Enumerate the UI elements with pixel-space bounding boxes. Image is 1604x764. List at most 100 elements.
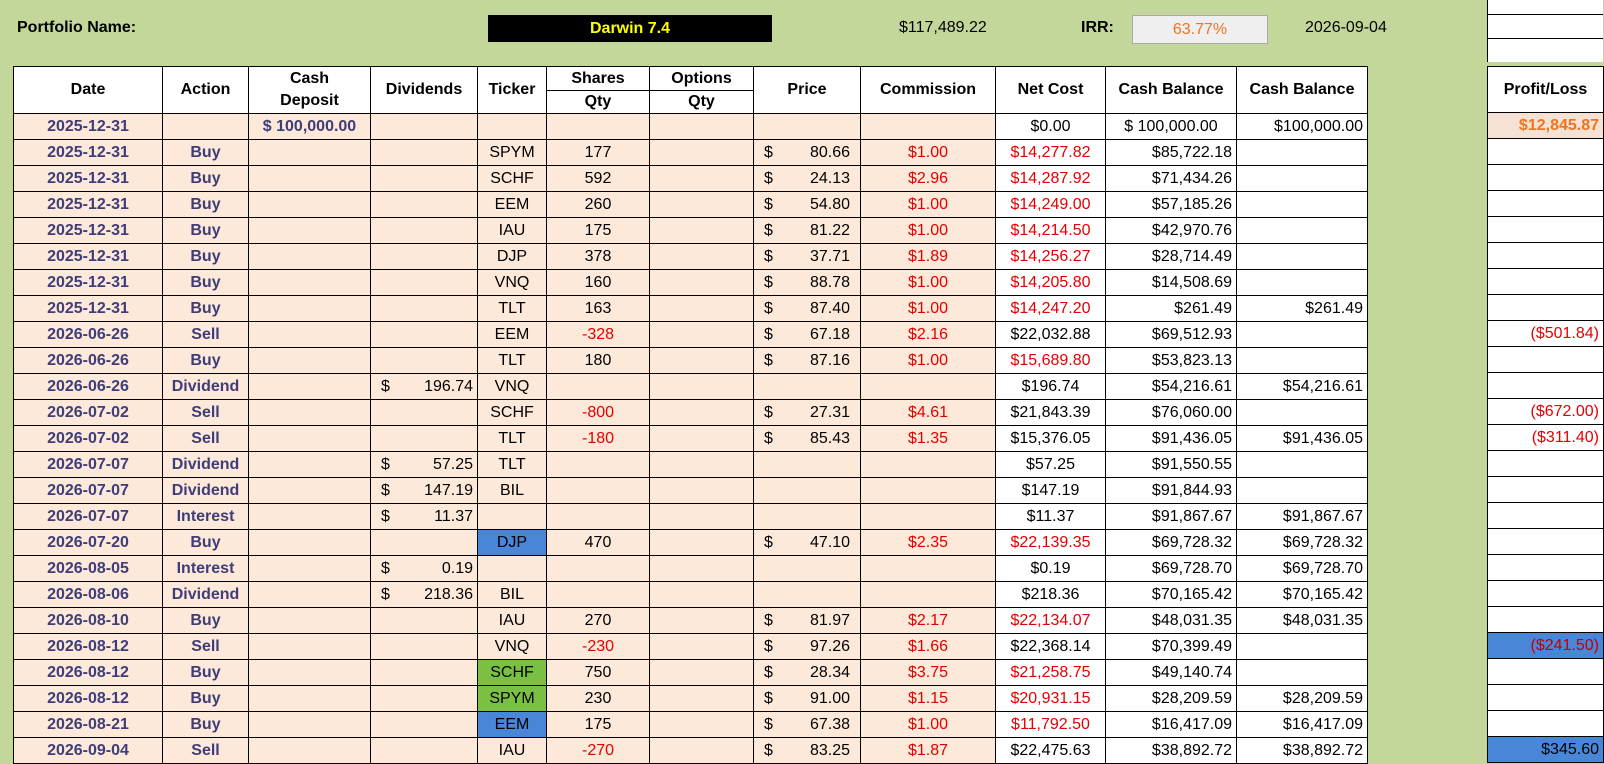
cell-cash-balance[interactable]: $54,216.61	[1105, 373, 1237, 400]
cell-net-cost[interactable]: $11,792.50	[995, 711, 1106, 738]
cell-action[interactable]: Interest	[162, 555, 249, 582]
cell-cash-balance[interactable]: $91,436.05	[1105, 425, 1237, 452]
cell-profit-loss[interactable]	[1487, 554, 1604, 581]
cell-options[interactable]	[649, 165, 754, 192]
cell-shares[interactable]: -328	[546, 321, 650, 348]
cell-cash-balance-2[interactable]: $91,867.67	[1236, 503, 1368, 530]
cell-net-cost[interactable]: $14,287.92	[995, 165, 1106, 192]
cell-dividends[interactable]	[370, 529, 478, 556]
cell-options[interactable]	[649, 451, 754, 478]
col-header-profit-loss[interactable]: Profit/Loss	[1487, 66, 1604, 113]
cell-dividends[interactable]: $11.37	[370, 503, 478, 530]
cell-dividends[interactable]: $196.74	[370, 373, 478, 400]
cell-dividends[interactable]: $0.19	[370, 555, 478, 582]
cell-price[interactable]: $88.78	[753, 269, 861, 296]
cell-profit-loss[interactable]	[1487, 710, 1604, 737]
col-header-cash-balance[interactable]: Cash Balance	[1105, 66, 1237, 114]
cell-options[interactable]	[649, 243, 754, 270]
cell-ticker[interactable]	[477, 503, 547, 530]
cell-date[interactable]: 2025-12-31	[13, 113, 163, 140]
cell-shares[interactable]	[546, 555, 650, 582]
report-date[interactable]: 2026-09-04	[1305, 19, 1387, 37]
cell-action[interactable]: Buy	[162, 711, 249, 738]
cell-cash-balance-2[interactable]	[1236, 477, 1368, 504]
cell-profit-loss[interactable]	[1487, 346, 1604, 373]
cell-cash-balance-2[interactable]	[1236, 217, 1368, 244]
cell-options[interactable]	[649, 581, 754, 608]
cell-cash-deposit[interactable]	[248, 399, 371, 426]
cell-shares[interactable]: 160	[546, 269, 650, 296]
cell-dividends[interactable]	[370, 191, 478, 218]
cell-ticker[interactable]: VNQ	[477, 373, 547, 400]
cell-commission[interactable]: $1.00	[860, 269, 996, 296]
cell-cash-balance[interactable]: $76,060.00	[1105, 399, 1237, 426]
cell-profit-loss[interactable]	[1487, 502, 1604, 529]
cell-action[interactable]: Buy	[162, 347, 249, 374]
cell-commission[interactable]: $1.00	[860, 347, 996, 374]
cell-net-cost[interactable]: $20,931.15	[995, 685, 1106, 712]
cell-price[interactable]	[753, 555, 861, 582]
cell-commission[interactable]	[860, 581, 996, 608]
cell-action[interactable]: Buy	[162, 269, 249, 296]
cell-cash-deposit[interactable]	[248, 555, 371, 582]
cell-net-cost[interactable]: $21,258.75	[995, 659, 1106, 686]
cell-price[interactable]: $87.40	[753, 295, 861, 322]
cell-profit-loss[interactable]	[1487, 294, 1604, 321]
cell-shares[interactable]: -270	[546, 737, 650, 764]
cell-commission[interactable]: $1.66	[860, 633, 996, 660]
cell-price[interactable]: $47.10	[753, 529, 861, 556]
cell-commission[interactable]: $2.16	[860, 321, 996, 348]
cell-date[interactable]: 2025-12-31	[13, 243, 163, 270]
cell-cash-balance-2[interactable]: $54,216.61	[1236, 373, 1368, 400]
cell-price[interactable]: $87.16	[753, 347, 861, 374]
cell-commission[interactable]	[860, 477, 996, 504]
cell-net-cost[interactable]: $196.74	[995, 373, 1106, 400]
cell-dividends[interactable]	[370, 633, 478, 660]
cell-commission[interactable]: $2.17	[860, 607, 996, 634]
cell-price[interactable]: $81.97	[753, 607, 861, 634]
cell-date[interactable]: 2026-08-21	[13, 711, 163, 738]
cell-action[interactable]: Dividend	[162, 373, 249, 400]
cell-shares[interactable]: 470	[546, 529, 650, 556]
cell-date[interactable]: 2026-07-07	[13, 477, 163, 504]
cell-shares[interactable]: 175	[546, 217, 650, 244]
cell-net-cost[interactable]: $218.36	[995, 581, 1106, 608]
cell-net-cost[interactable]: $15,689.80	[995, 347, 1106, 374]
cell-price[interactable]	[753, 451, 861, 478]
cell-options[interactable]	[649, 477, 754, 504]
cell-cash-balance-2[interactable]	[1236, 191, 1368, 218]
cell-options[interactable]	[649, 711, 754, 738]
spreadsheet-cell[interactable]	[1487, 0, 1603, 14]
cell-net-cost[interactable]: $22,368.14	[995, 633, 1106, 660]
cell-price[interactable]: $83.25	[753, 737, 861, 764]
cell-dividends[interactable]	[370, 243, 478, 270]
cell-cash-balance-2[interactable]	[1236, 659, 1368, 686]
cell-cash-balance[interactable]: $14,508.69	[1105, 269, 1237, 296]
cell-cash-balance-2[interactable]: $70,165.42	[1236, 581, 1368, 608]
cell-cash-balance-2[interactable]: $261.49	[1236, 295, 1368, 322]
cell-date[interactable]: 2026-07-07	[13, 503, 163, 530]
cell-cash-balance[interactable]: $91,550.55	[1105, 451, 1237, 478]
cell-action[interactable]: Sell	[162, 633, 249, 660]
col-header-options-qty[interactable]: Qty	[649, 90, 754, 114]
cell-commission[interactable]: $1.35	[860, 425, 996, 452]
cell-options[interactable]	[649, 633, 754, 660]
cell-action[interactable]: Sell	[162, 737, 249, 764]
cell-profit-loss[interactable]	[1487, 450, 1604, 477]
cell-cash-balance[interactable]: $85,722.18	[1105, 139, 1237, 166]
cell-commission[interactable]: $4.61	[860, 399, 996, 426]
cell-date[interactable]: 2026-07-07	[13, 451, 163, 478]
cell-ticker[interactable]: VNQ	[477, 269, 547, 296]
cell-price[interactable]: $67.18	[753, 321, 861, 348]
cell-options[interactable]	[649, 347, 754, 374]
cell-action[interactable]: Sell	[162, 321, 249, 348]
cell-cash-balance-2[interactable]	[1236, 165, 1368, 192]
cell-cash-deposit[interactable]	[248, 711, 371, 738]
cell-ticker[interactable]: SCHF	[477, 399, 547, 426]
cell-options[interactable]	[649, 269, 754, 296]
cell-profit-loss[interactable]	[1487, 476, 1604, 503]
cell-commission[interactable]: $1.87	[860, 737, 996, 764]
cell-net-cost[interactable]: $14,214.50	[995, 217, 1106, 244]
cell-ticker[interactable]: IAU	[477, 607, 547, 634]
cell-price[interactable]: $37.71	[753, 243, 861, 270]
